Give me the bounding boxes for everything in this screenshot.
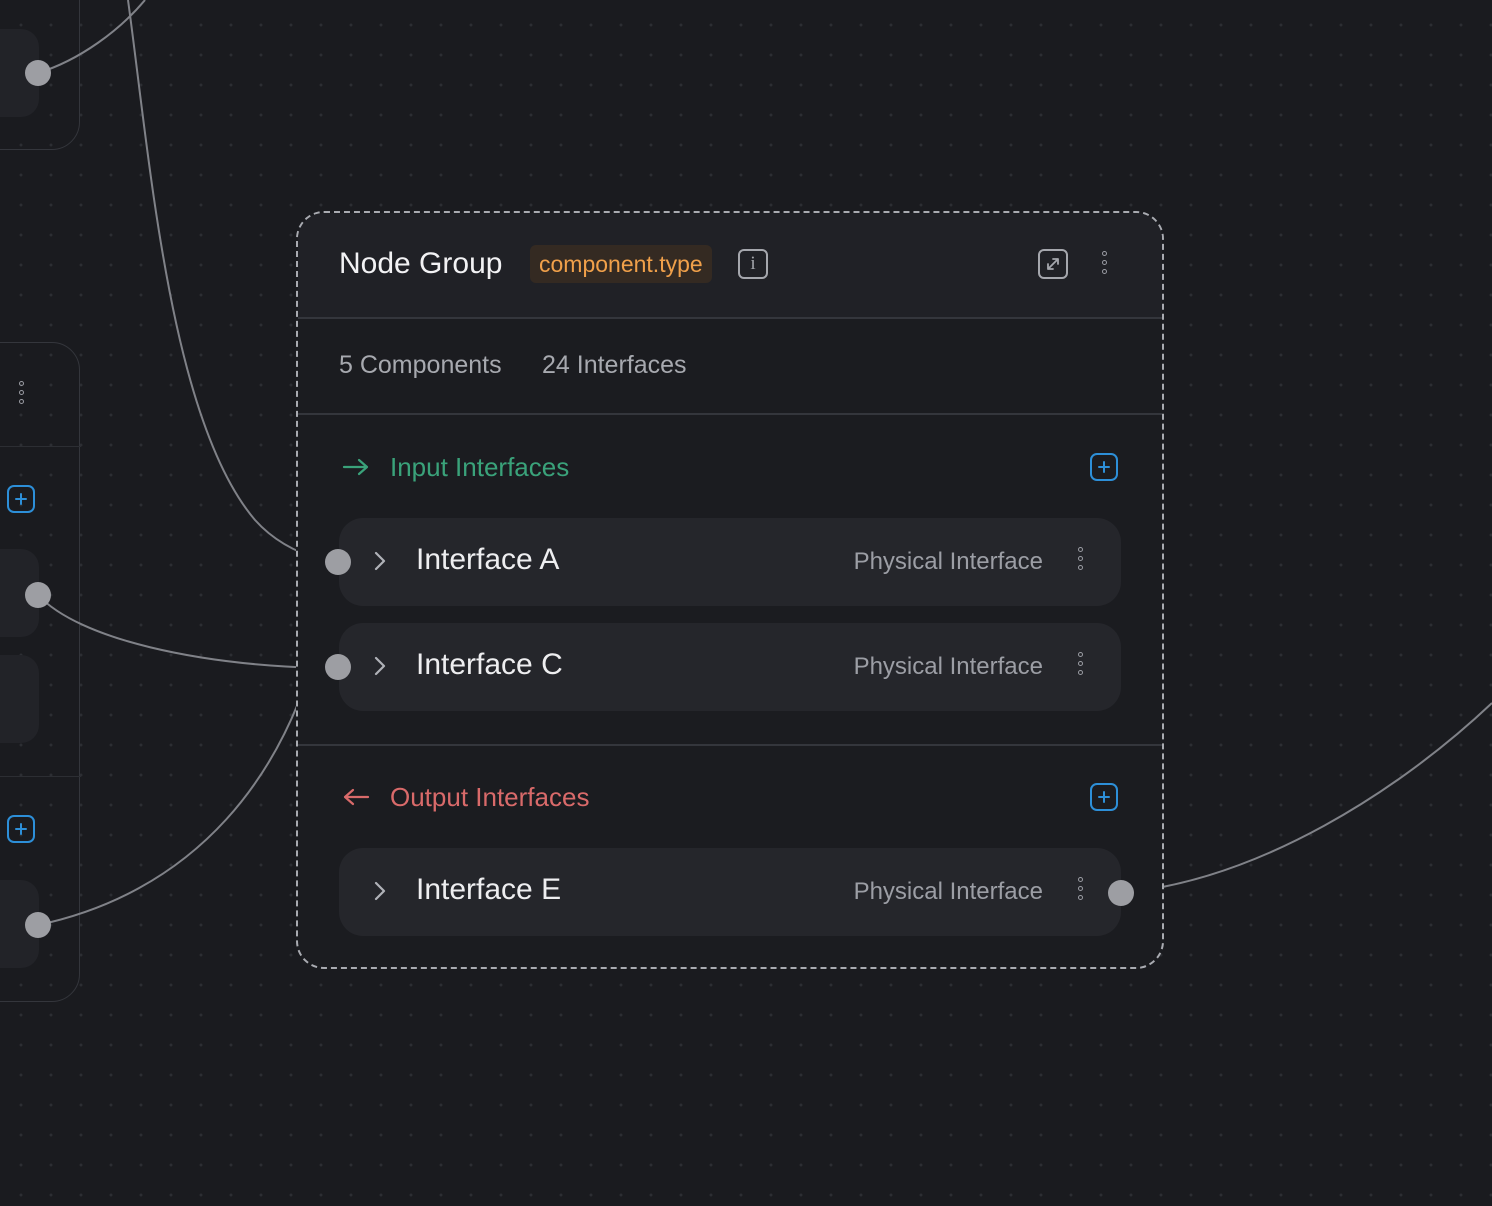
chevron-right-icon[interactable] [373, 880, 387, 902]
input-interfaces-title: Input Interfaces [390, 452, 570, 482]
interface-row-e[interactable]: Interface E Physical Interface [339, 848, 1121, 936]
interface-c-input-port[interactable] [325, 654, 351, 680]
arrow-right-icon [342, 458, 369, 476]
interface-row-c[interactable]: Interface C Physical Interface [339, 623, 1121, 711]
interface-e-output-port[interactable] [1108, 880, 1134, 906]
interface-row-a[interactable]: Interface A Physical Interface [339, 518, 1121, 606]
side-node-bottom[interactable] [0, 342, 81, 1002]
add-output-interface-button[interactable] [1090, 783, 1118, 811]
component-type-badge: component.type [530, 245, 712, 283]
interface-type: Physical Interface [853, 653, 1043, 680]
side-output-port[interactable] [25, 912, 51, 938]
wire[interactable] [1120, 702, 1492, 894]
more-vertical-icon[interactable] [1101, 251, 1107, 274]
interface-type: Physical Interface [853, 548, 1043, 575]
interface-name: Interface E [416, 873, 562, 906]
more-vertical-icon[interactable] [1077, 547, 1083, 570]
interface-type: Physical Interface [853, 878, 1043, 905]
output-interfaces-title: Output Interfaces [390, 782, 590, 812]
node-group-stats: 5 Components 24 Interfaces [298, 317, 1162, 415]
side-node-add-output-button[interactable] [7, 815, 35, 843]
side-node-menu-icon[interactable] [18, 381, 24, 404]
node-group-header[interactable]: Node Group component.type i [298, 213, 1162, 319]
side-output-port[interactable] [25, 582, 51, 608]
arrow-left-icon [343, 788, 370, 806]
wire[interactable] [127, 0, 324, 565]
side-node-add-input-button[interactable] [7, 485, 35, 513]
side-node-divider [0, 446, 81, 447]
info-icon[interactable]: i [738, 249, 768, 279]
wire[interactable] [37, 573, 339, 926]
node-group-title: Node Group [339, 247, 503, 280]
add-input-interface-button[interactable] [1090, 453, 1118, 481]
side-node-divider [0, 776, 81, 777]
more-vertical-icon[interactable] [1077, 652, 1083, 675]
node-group[interactable]: Node Group component.type i 5 Components… [296, 211, 1164, 969]
interface-name: Interface C [416, 648, 563, 681]
interface-a-input-port[interactable] [325, 549, 351, 575]
chevron-right-icon[interactable] [373, 655, 387, 677]
expand-icon[interactable] [1038, 249, 1068, 279]
wire[interactable] [37, 594, 324, 677]
side-node-row [0, 655, 39, 743]
chevron-right-icon[interactable] [373, 550, 387, 572]
components-count: 5 Components [339, 351, 502, 379]
interfaces-count: 24 Interfaces [542, 351, 687, 379]
more-vertical-icon[interactable] [1077, 877, 1083, 900]
interface-name: Interface A [416, 543, 560, 576]
section-divider [298, 744, 1162, 746]
side-output-port[interactable] [25, 60, 51, 86]
